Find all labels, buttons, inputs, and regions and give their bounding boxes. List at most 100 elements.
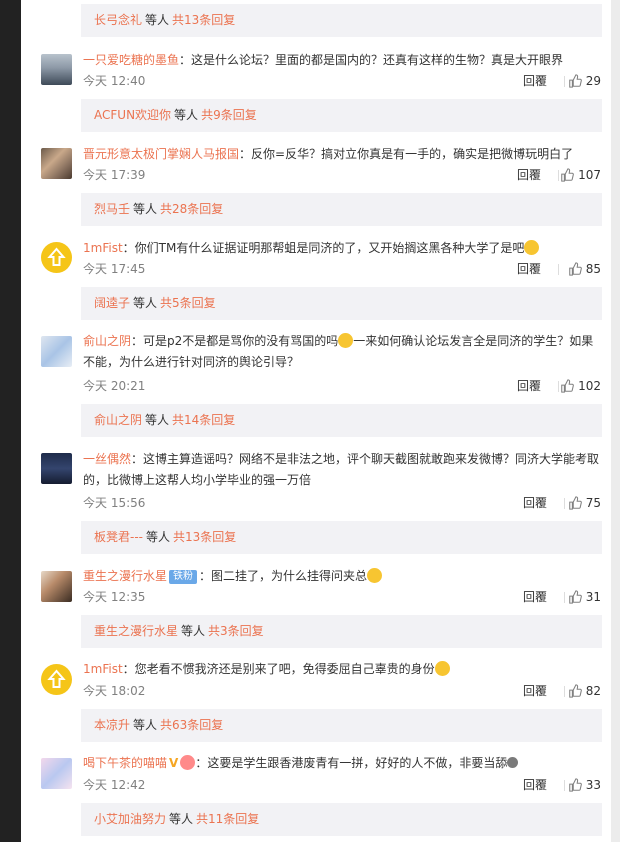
like-button[interactable]: 75 <box>568 493 601 513</box>
avatar[interactable] <box>41 242 72 273</box>
reply-button[interactable]: 回覆 <box>523 71 547 91</box>
comment-meta: 今天 12:35 回覆 31 <box>83 587 603 607</box>
emoji-icon <box>524 240 540 255</box>
comment-meta: 今天 17:45 回覆 85 <box>83 259 603 279</box>
like-button[interactable]: 85 <box>568 259 601 279</box>
divider <box>564 498 565 509</box>
thumbs-up-icon <box>568 590 582 604</box>
reply-count-link[interactable]: 共11条回复 <box>196 812 259 826</box>
avatar[interactable] <box>41 336 72 367</box>
like-button[interactable]: 107 <box>560 165 601 185</box>
username-link[interactable]: 1mFist <box>83 662 123 676</box>
thumbs-up-icon <box>568 74 582 88</box>
comment-body-cont: 的，比微博上这帮人均小学毕业的强一万倍 <box>83 473 312 487</box>
comment-text: 一丝偶然：这博主算造谣吗？网络不是非法之地，评个聊天截图就敢跑来发微博？同济大学… <box>83 449 603 491</box>
comment-text: 晋元形意太极门掌娴人马报国：反你=反华？搞对立你真是有一手的，确实是把微博玩明白… <box>83 144 603 165</box>
username-link[interactable]: 俞山之阴 <box>83 334 131 348</box>
reply-mid-text: 等人 <box>146 530 171 544</box>
reply-user-link[interactable]: 长弓念礼 <box>94 13 142 27</box>
avatar[interactable] <box>41 571 72 602</box>
reply-count-link[interactable]: 共28条回复 <box>160 202 223 216</box>
username-link[interactable]: 一丝偶然 <box>83 452 131 466</box>
reply-button[interactable]: 回覆 <box>517 376 541 396</box>
left-sidebar-edge <box>0 0 21 842</box>
comment-body-cont: 一来如何确认论坛发言全是同济的学生？如果 <box>353 334 594 348</box>
reply-summary-bar[interactable]: 俞山之阴 等人 共14条回复 <box>81 404 602 437</box>
timestamp: 今天 18:02 <box>83 684 146 698</box>
reply-button[interactable]: 回覆 <box>523 775 547 795</box>
comment-text: 1mFist：你们TM有什么证据证明那帮蛆是同济的了，又开始搁这黑各种大学了是吧 <box>83 238 603 259</box>
comment-body: ：你们TM有什么证据证明那帮蛆是同济的了，又开始搁这黑各种大学了是吧 <box>122 241 525 255</box>
like-button[interactable]: 82 <box>568 681 601 701</box>
username-link[interactable]: 1mFist <box>83 241 123 255</box>
username-link[interactable]: 重生之漫行水星 <box>83 569 167 583</box>
reply-count-link[interactable]: 共3条回复 <box>208 624 264 638</box>
comment-body: ：反你=反华？搞对立你真是有一手的，确实是把微博玩明白了 <box>239 147 574 161</box>
timestamp: 今天 12:35 <box>83 590 146 604</box>
comment-text: 重生之漫行水星 铁粉 ：图二挂了，为什么挂得问夹总 <box>83 566 603 587</box>
default-avatar-icon <box>47 669 66 688</box>
avatar[interactable] <box>41 148 72 179</box>
reply-count-link[interactable]: 共63条回复 <box>160 718 223 732</box>
reply-summary-bar[interactable]: 板凳君--- 等人 共13条回复 <box>81 521 602 554</box>
reply-user-link[interactable]: 阔逵子 <box>94 296 130 310</box>
username-link[interactable]: 一只爱吃糖的墨鱼 <box>83 53 179 67</box>
reply-mid-text: 等人 <box>145 13 170 27</box>
reply-mid-text: 等人 <box>133 296 158 310</box>
like-button[interactable]: 33 <box>568 775 601 795</box>
avatar[interactable] <box>41 758 72 789</box>
like-count: 29 <box>585 74 601 88</box>
reply-count-link[interactable]: 共13条回复 <box>173 530 236 544</box>
reply-summary-bar[interactable]: 本凉升 等人 共63条回复 <box>81 709 602 742</box>
username-link[interactable]: 喝下午茶的喵喵 <box>83 756 167 770</box>
scrollbar-track[interactable] <box>611 0 620 842</box>
reply-button[interactable]: 回覆 <box>517 165 541 185</box>
reply-mid-text: 等人 <box>133 718 158 732</box>
divider <box>564 592 565 603</box>
thumbs-up-icon <box>561 168 574 182</box>
reply-user-link[interactable]: 重生之漫行水星 <box>94 624 178 638</box>
reply-summary-bar[interactable]: 长弓念礼 等人 共13条回复 <box>81 4 602 37</box>
reply-mid-text: 等人 <box>145 413 170 427</box>
comment-feed: 长弓念礼 等人 共13条回复 一只爱吃糖的墨鱼：这是什么论坛？里面的都是国内的？还真… <box>21 0 611 842</box>
avatar[interactable] <box>41 54 72 85</box>
comment-text: 1mFist：您老看不惯我济还是别来了吧，免得委屈自己辜贵的身份 <box>83 659 603 680</box>
reply-mid-text: 等人 <box>181 624 206 638</box>
emoji-icon <box>434 661 450 676</box>
reply-summary-bar[interactable]: ACFUN欢迎你 等人 共9条回复 <box>81 99 602 132</box>
like-count: 85 <box>585 262 601 276</box>
reply-user-link[interactable]: 烈马壬 <box>94 202 130 216</box>
reply-user-link[interactable]: 本凉升 <box>94 718 130 732</box>
emoji-icon <box>338 333 354 348</box>
timestamp: 今天 17:39 <box>83 168 146 182</box>
like-button[interactable]: 29 <box>568 71 601 91</box>
username-link[interactable]: 晋元形意太极门掌娴人马报国 <box>83 147 239 161</box>
reply-user-link[interactable]: 板凳君--- <box>94 530 143 544</box>
reply-count-link[interactable]: 共13条回复 <box>172 13 235 27</box>
reply-button[interactable]: 回覆 <box>523 587 547 607</box>
like-count: 82 <box>585 684 601 698</box>
divider <box>558 381 559 392</box>
avatar[interactable] <box>41 664 72 695</box>
reply-button[interactable]: 回覆 <box>517 259 541 279</box>
reply-count-link[interactable]: 共9条回复 <box>201 108 257 122</box>
reply-user-link[interactable]: ACFUN欢迎你 <box>94 108 171 122</box>
like-button[interactable]: 31 <box>568 587 601 607</box>
reply-user-link[interactable]: 俞山之阴 <box>94 413 142 427</box>
comment-body: ：这博主算造谣吗？网络不是非法之地，评个聊天截图就敢跑来发微博？同济大学能考取 <box>131 452 600 466</box>
like-button[interactable]: 102 <box>560 376 601 396</box>
comment-meta: 今天 17:39 回覆 107 <box>83 165 603 185</box>
reply-summary-bar[interactable]: 重生之漫行水星 等人 共3条回复 <box>81 615 602 648</box>
divider <box>564 76 565 87</box>
reply-count-link[interactable]: 共5条回复 <box>160 296 216 310</box>
reply-summary-bar[interactable]: 烈马壬 等人 共28条回复 <box>81 193 602 226</box>
reply-button[interactable]: 回覆 <box>523 493 547 513</box>
reply-count-link[interactable]: 共14条回复 <box>172 413 235 427</box>
thumbs-up-icon <box>568 684 582 698</box>
reply-summary-bar[interactable]: 阔逵子 等人 共5条回复 <box>81 287 602 320</box>
reply-user-link[interactable]: 小艾加油努力 <box>94 812 166 826</box>
avatar[interactable] <box>41 453 72 484</box>
reply-button[interactable]: 回覆 <box>523 681 547 701</box>
reply-summary-bar[interactable]: 小艾加油努力 等人 共11条回复 <box>81 803 602 836</box>
default-avatar-icon <box>47 247 66 266</box>
